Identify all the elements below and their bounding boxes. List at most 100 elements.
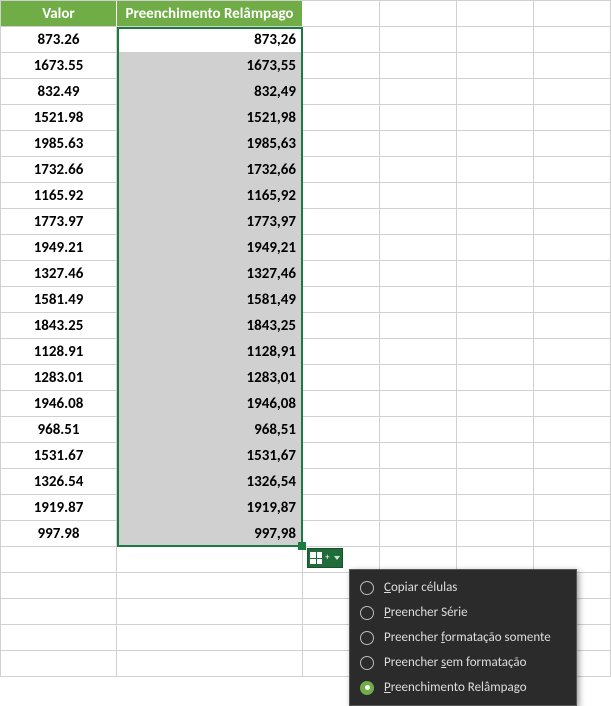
fill-cell[interactable]: 1673,55 <box>117 53 303 79</box>
empty-cell[interactable] <box>303 209 380 235</box>
empty-cell[interactable] <box>380 27 457 53</box>
empty-cell[interactable] <box>534 339 611 365</box>
fill-cell[interactable]: 1919,87 <box>117 495 303 521</box>
empty-cell[interactable] <box>534 53 611 79</box>
empty-cell[interactable] <box>303 131 380 157</box>
empty-cell[interactable] <box>380 261 457 287</box>
empty-cell[interactable] <box>534 79 611 105</box>
empty-cell[interactable] <box>534 365 611 391</box>
fill-cell[interactable]: 1283,01 <box>117 365 303 391</box>
empty-cell[interactable] <box>303 27 380 53</box>
empty-cell[interactable] <box>457 339 534 365</box>
empty-cell[interactable] <box>380 235 457 261</box>
valor-cell[interactable]: 1521.98 <box>1 105 117 131</box>
fill-cell[interactable]: 1985,63 <box>117 131 303 157</box>
fill-cell[interactable]: 968,51 <box>117 417 303 443</box>
empty-cell[interactable] <box>457 157 534 183</box>
empty-cell[interactable] <box>457 209 534 235</box>
empty-cell[interactable] <box>1 547 117 573</box>
empty-cell[interactable] <box>380 209 457 235</box>
fill-cell[interactable]: 1327,46 <box>117 261 303 287</box>
empty-cell[interactable] <box>117 625 303 651</box>
empty-cell[interactable] <box>380 391 457 417</box>
empty-cell[interactable] <box>303 469 380 495</box>
empty-cell[interactable] <box>457 443 534 469</box>
empty-cell[interactable] <box>303 339 380 365</box>
fill-cell[interactable]: 1531,67 <box>117 443 303 469</box>
empty-cell[interactable] <box>117 547 303 573</box>
empty-cell[interactable] <box>457 469 534 495</box>
empty-cell[interactable] <box>1 625 117 651</box>
empty-cell[interactable] <box>303 157 380 183</box>
valor-cell[interactable]: 968.51 <box>1 417 117 443</box>
menu-item-2[interactable]: Preencher formatação somente <box>352 625 574 650</box>
empty-cell[interactable] <box>457 495 534 521</box>
empty-cell[interactable] <box>534 235 611 261</box>
empty-cell[interactable] <box>534 157 611 183</box>
valor-cell[interactable]: 1165.92 <box>1 183 117 209</box>
empty-cell[interactable] <box>380 521 457 547</box>
valor-cell[interactable]: 1327.46 <box>1 261 117 287</box>
fill-cell[interactable]: 1949,21 <box>117 235 303 261</box>
empty-cell[interactable] <box>303 443 380 469</box>
empty-cell[interactable] <box>380 157 457 183</box>
empty-cell[interactable] <box>380 287 457 313</box>
fill-cell[interactable]: 1946,08 <box>117 391 303 417</box>
fill-cell[interactable]: 1843,25 <box>117 313 303 339</box>
empty-cell[interactable] <box>534 105 611 131</box>
empty-cell[interactable] <box>380 365 457 391</box>
valor-cell[interactable]: 1919.87 <box>1 495 117 521</box>
empty-cell[interactable] <box>534 183 611 209</box>
empty-cell[interactable] <box>457 183 534 209</box>
empty-cell[interactable] <box>1 599 117 625</box>
empty-cell[interactable] <box>457 235 534 261</box>
fill-cell[interactable]: 1165,92 <box>117 183 303 209</box>
empty-cell[interactable] <box>303 105 380 131</box>
empty-cell[interactable] <box>534 417 611 443</box>
valor-cell[interactable]: 1581.49 <box>1 287 117 313</box>
fill-cell[interactable]: 1326,54 <box>117 469 303 495</box>
empty-cell[interactable] <box>457 261 534 287</box>
empty-cell[interactable] <box>457 417 534 443</box>
empty-cell[interactable] <box>303 495 380 521</box>
empty-cell[interactable] <box>534 287 611 313</box>
valor-cell[interactable]: 1843.25 <box>1 313 117 339</box>
empty-cell[interactable] <box>303 1 380 27</box>
valor-cell[interactable]: 997.98 <box>1 521 117 547</box>
menu-item-0[interactable]: Copiar células <box>352 575 574 600</box>
empty-cell[interactable] <box>1 573 117 599</box>
empty-cell[interactable] <box>117 651 303 677</box>
empty-cell[interactable] <box>380 183 457 209</box>
valor-cell[interactable]: 1732.66 <box>1 157 117 183</box>
valor-cell[interactable]: 1773.97 <box>1 209 117 235</box>
empty-cell[interactable] <box>303 79 380 105</box>
valor-cell[interactable]: 1985.63 <box>1 131 117 157</box>
menu-item-1[interactable]: Preencher Série <box>352 600 574 625</box>
empty-cell[interactable] <box>534 521 611 547</box>
empty-cell[interactable] <box>457 105 534 131</box>
empty-cell[interactable] <box>380 105 457 131</box>
empty-cell[interactable] <box>380 79 457 105</box>
empty-cell[interactable] <box>534 443 611 469</box>
fill-cell[interactable]: 1732,66 <box>117 157 303 183</box>
empty-cell[interactable] <box>117 573 303 599</box>
fill-cell[interactable]: 1128,91 <box>117 339 303 365</box>
empty-cell[interactable] <box>117 599 303 625</box>
empty-cell[interactable] <box>303 287 380 313</box>
menu-item-3[interactable]: Preencher sem formatação <box>352 650 574 675</box>
empty-cell[interactable] <box>303 391 380 417</box>
empty-cell[interactable] <box>303 53 380 79</box>
valor-cell[interactable]: 1326.54 <box>1 469 117 495</box>
empty-cell[interactable] <box>457 287 534 313</box>
fill-cell[interactable]: 1773,97 <box>117 209 303 235</box>
empty-cell[interactable] <box>303 235 380 261</box>
valor-cell[interactable]: 1673.55 <box>1 53 117 79</box>
empty-cell[interactable] <box>380 53 457 79</box>
empty-cell[interactable] <box>303 261 380 287</box>
empty-cell[interactable] <box>457 27 534 53</box>
fill-cell[interactable]: 832,49 <box>117 79 303 105</box>
empty-cell[interactable] <box>457 521 534 547</box>
empty-cell[interactable] <box>534 27 611 53</box>
fill-cell[interactable]: 873,26 <box>117 27 303 53</box>
empty-cell[interactable] <box>303 521 380 547</box>
